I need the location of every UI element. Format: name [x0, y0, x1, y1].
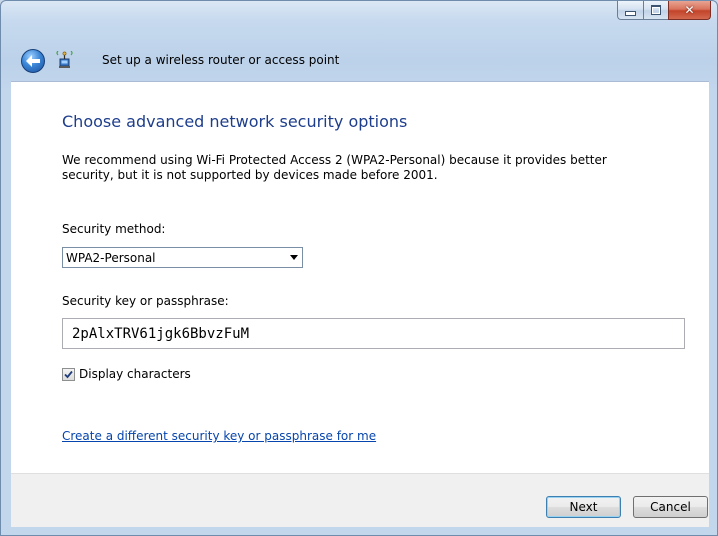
close-icon: ✕: [684, 3, 695, 17]
minimize-icon: [625, 10, 636, 16]
security-method-value: WPA2-Personal: [66, 250, 156, 265]
next-button[interactable]: Next: [546, 496, 621, 518]
checkmark-icon: [64, 370, 73, 378]
wizard-window: ✕ Set up a wireless router or access poi…: [0, 0, 718, 536]
description-text: We recommend using Wi-Fi Protected Acces…: [62, 153, 607, 182]
back-button[interactable]: [21, 49, 45, 73]
display-characters-checkbox[interactable]: Display characters: [62, 367, 191, 381]
close-button[interactable]: ✕: [668, 1, 711, 20]
wizard-title: Set up a wireless router or access point: [102, 53, 340, 67]
create-key-link[interactable]: Create a different security key or passp…: [62, 429, 376, 443]
wizard-header: Set up a wireless router or access point: [1, 35, 717, 81]
page-heading: Choose advanced network security options: [62, 112, 408, 131]
maximize-icon: [651, 5, 661, 15]
button-bar: Next Cancel: [11, 473, 709, 527]
back-arrow-icon: [26, 55, 40, 67]
cancel-button[interactable]: Cancel: [633, 496, 708, 518]
caption-buttons: ✕: [617, 1, 711, 21]
security-method-dropdown[interactable]: WPA2-Personal: [62, 247, 303, 268]
security-method-label: Security method:: [62, 222, 166, 236]
maximize-button[interactable]: [643, 1, 668, 20]
display-characters-label: Display characters: [79, 367, 191, 381]
minimize-button[interactable]: [617, 1, 643, 20]
network-wizard-icon: [55, 50, 73, 69]
content-pane: Choose advanced network security options…: [11, 81, 709, 473]
passphrase-label: Security key or passphrase:: [62, 294, 229, 308]
chevron-down-icon: [290, 255, 298, 260]
checkbox-box[interactable]: [62, 367, 75, 381]
passphrase-input[interactable]: 2pAlxTRV61jgk6BbvzFuM: [62, 318, 685, 349]
